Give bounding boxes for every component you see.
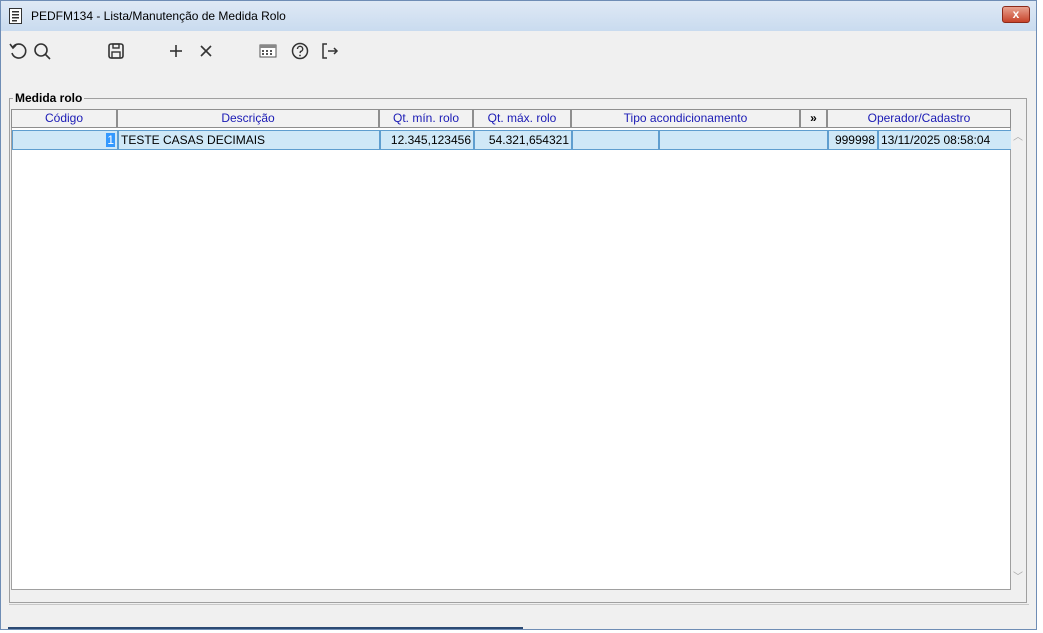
toolbar <box>1 31 1036 69</box>
expand-columns-button[interactable]: » <box>800 109 827 128</box>
cell-tipo-desc[interactable] <box>659 130 828 150</box>
column-header-codigo[interactable]: Código <box>11 109 117 128</box>
window-title: PEDFM134 - Lista/Manutenção de Medida Ro… <box>31 9 286 23</box>
document-icon <box>9 8 22 24</box>
close-icon: x <box>1012 7 1020 21</box>
status-divider <box>9 604 1029 605</box>
cell-operador[interactable]: 999998 <box>828 130 878 150</box>
cell-tipo-code[interactable] <box>572 130 659 150</box>
cell-descricao[interactable]: TESTE CASAS DECIMAIS <box>118 130 380 150</box>
column-header-qt-max[interactable]: Qt. máx. rolo <box>473 109 571 128</box>
cell-qt-max[interactable]: 54.321,654321 <box>474 130 572 150</box>
table-row[interactable]: 1 TESTE CASAS DECIMAIS 12.345,123456 54.… <box>12 130 1012 150</box>
add-icon[interactable] <box>165 40 187 62</box>
cell-codigo[interactable]: 1 <box>12 130 118 150</box>
cell-qt-min[interactable]: 12.345,123456 <box>380 130 474 150</box>
scroll-up-icon[interactable]: ︿ <box>1011 131 1025 145</box>
exit-icon[interactable] <box>319 40 341 62</box>
grid-body: 1 TESTE CASAS DECIMAIS 12.345,123456 54.… <box>11 128 1012 590</box>
bottom-edge-line <box>8 627 523 629</box>
column-header-operador-cadastro[interactable]: Operador/Cadastro <box>827 109 1011 128</box>
group-title: Medida rolo <box>13 91 85 105</box>
vertical-scrollbar[interactable]: ︿ ﹀ <box>1011 128 1025 590</box>
scroll-down-icon[interactable]: ﹀ <box>1011 571 1025 585</box>
refresh-icon[interactable] <box>7 40 29 62</box>
title-bar[interactable]: PEDFM134 - Lista/Manutenção de Medida Ro… <box>1 1 1036 31</box>
column-header-descricao[interactable]: Descrição <box>117 109 379 128</box>
save-icon[interactable] <box>105 40 127 62</box>
main-window: PEDFM134 - Lista/Manutenção de Medida Ro… <box>0 0 1037 630</box>
column-header-tipo-acondicionamento[interactable]: Tipo acondicionamento <box>571 109 800 128</box>
column-header-qt-min[interactable]: Qt. mín. rolo <box>379 109 473 128</box>
cell-cadastro[interactable]: 13/11/2025 08:58:04 <box>878 130 1012 150</box>
grid-header: Código Descrição Qt. mín. rolo Qt. máx. … <box>11 109 1021 129</box>
help-icon[interactable] <box>289 40 311 62</box>
search-icon[interactable] <box>31 40 53 62</box>
data-grid: Código Descrição Qt. mín. rolo Qt. máx. … <box>11 109 1033 593</box>
selected-cell-value: 1 <box>106 133 115 147</box>
delete-icon[interactable] <box>195 40 217 62</box>
calculator-icon[interactable] <box>257 40 279 62</box>
close-button[interactable]: x <box>1002 6 1030 23</box>
